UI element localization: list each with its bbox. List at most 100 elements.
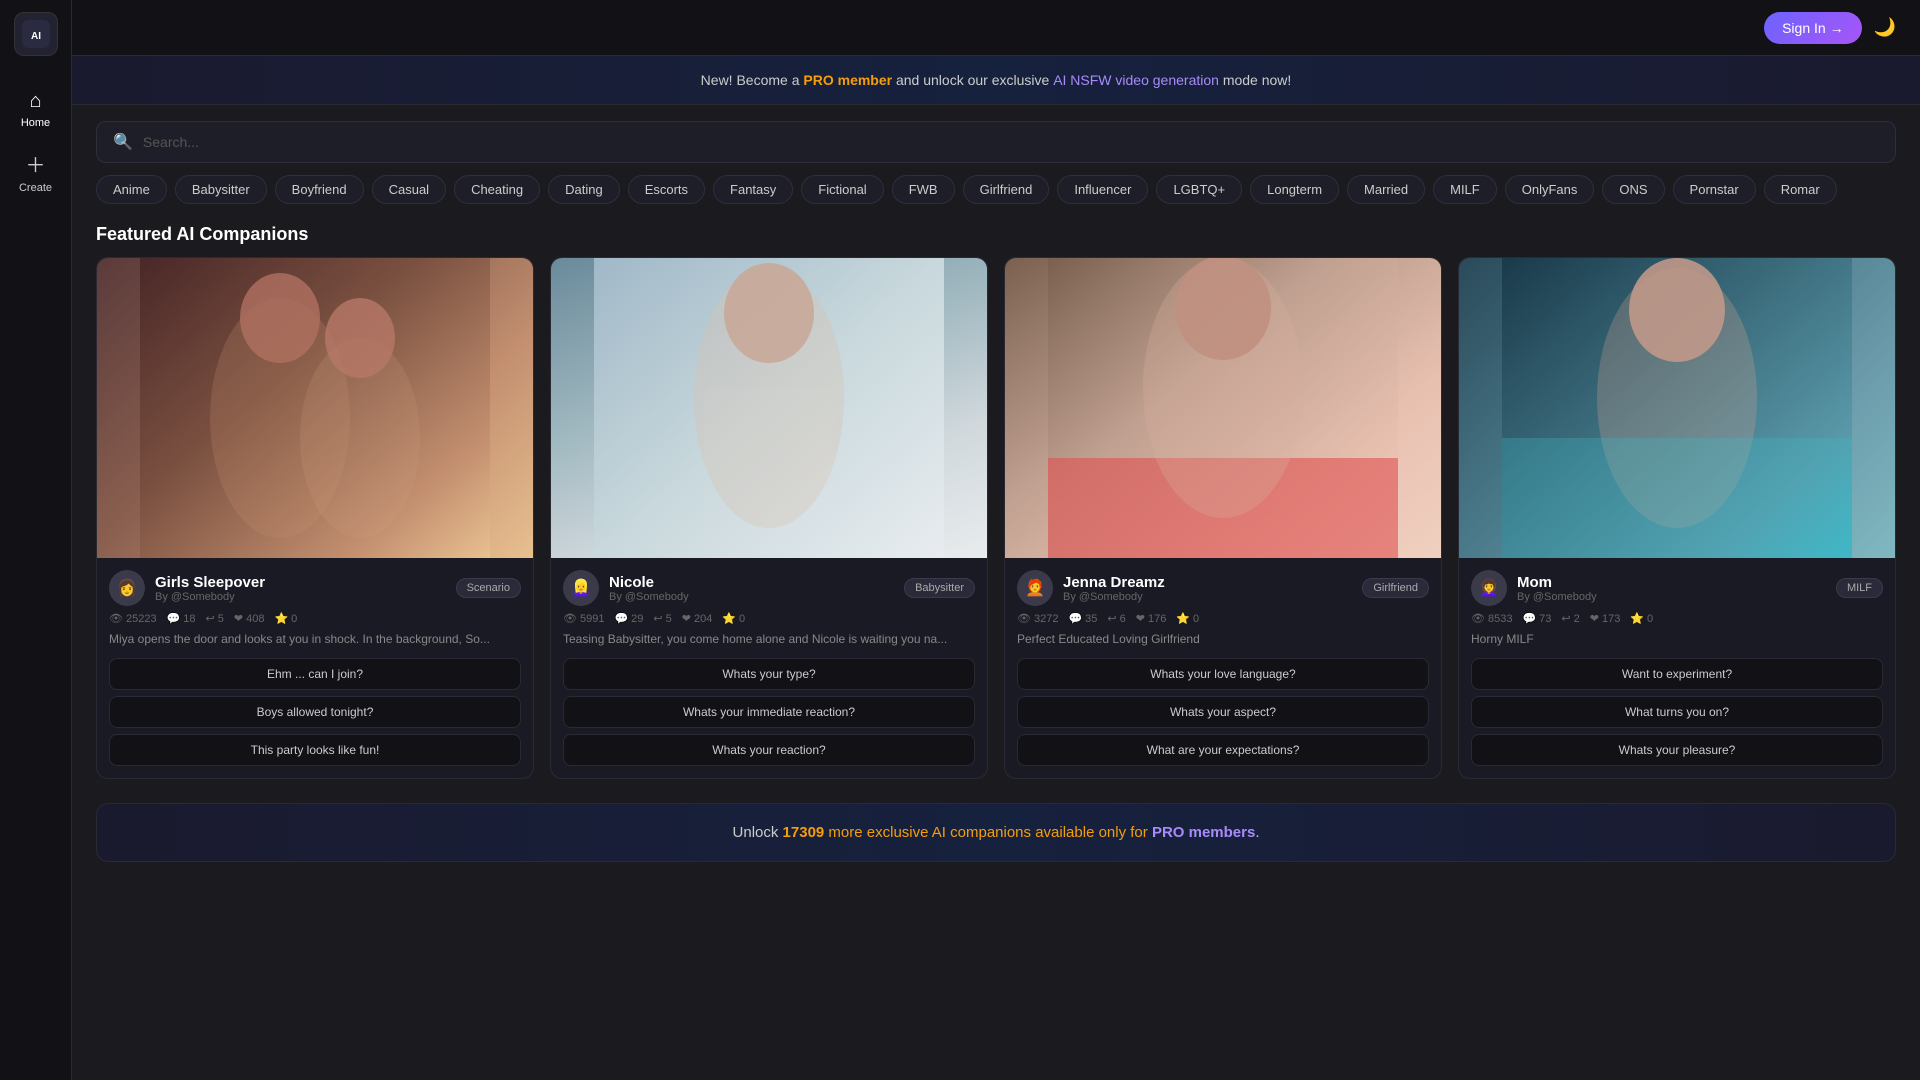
stat-chat-4: 💬 73: [1522, 612, 1551, 625]
card-image-1: [97, 258, 533, 558]
prompt-4-0[interactable]: Want to experiment?: [1471, 658, 1883, 690]
stat-views-3: 👁 3272: [1017, 612, 1058, 625]
card-header-2: 👱‍♀️ Nicole By @Somebody Babysitter: [563, 570, 975, 606]
prompt-3-0[interactable]: Whats your love language?: [1017, 658, 1429, 690]
tag-milf[interactable]: MILF: [1433, 175, 1497, 204]
card-desc-1: Miya opens the door and looks at you in …: [109, 631, 521, 648]
stat-views-4: 👁 8533: [1471, 612, 1512, 625]
card-image-4: [1459, 258, 1895, 558]
tag-pornstar[interactable]: Pornstar: [1673, 175, 1756, 204]
tag-girlfriend[interactable]: Girlfriend: [963, 175, 1050, 204]
stat-stars-4: ⭐ 0: [1630, 612, 1653, 625]
prompt-4-1[interactable]: What turns you on?: [1471, 696, 1883, 728]
stat-stars-3: ⭐ 0: [1176, 612, 1199, 625]
tag-cheating[interactable]: Cheating: [454, 175, 540, 204]
topbar: Sign In → 🌙: [72, 0, 1920, 56]
tag-romar[interactable]: Romar: [1764, 175, 1837, 204]
tag-married[interactable]: Married: [1347, 175, 1425, 204]
tag-lgbtq[interactable]: LGBTQ+: [1156, 175, 1242, 204]
card-by-4: By @Somebody: [1517, 591, 1826, 603]
stat-replies-4: ↩ 2: [1561, 612, 1579, 625]
tag-escorts[interactable]: Escorts: [628, 175, 705, 204]
stat-chat-1: 💬 18: [167, 612, 196, 625]
stat-likes-1: ❤ 408: [234, 612, 265, 625]
dark-mode-button[interactable]: 🌙: [1874, 17, 1896, 38]
stat-stars-2: ⭐ 0: [722, 612, 745, 625]
prompt-3-1[interactable]: Whats your aspect?: [1017, 696, 1429, 728]
unlock-pro: PRO members: [1152, 824, 1255, 841]
prompt-1-2[interactable]: This party looks like fun!: [109, 734, 521, 766]
card-desc-3: Perfect Educated Loving Girlfriend: [1017, 631, 1429, 648]
prompt-2-2[interactable]: Whats your reaction?: [563, 734, 975, 766]
tag-dating[interactable]: Dating: [548, 175, 620, 204]
card-image-3: [1005, 258, 1441, 558]
unlock-text-pre: Unlock: [733, 824, 783, 841]
card-header-3: 🧑‍🦰 Jenna Dreamz By @Somebody Girlfriend: [1017, 570, 1429, 606]
stat-likes-4: ❤ 173: [1590, 612, 1621, 625]
tag-babysitter[interactable]: Babysitter: [175, 175, 267, 204]
tag-anime[interactable]: Anime: [96, 175, 167, 204]
card-badge-1: Scenario: [456, 578, 521, 598]
card-prompts-2: Whats your type? Whats your immediate re…: [563, 658, 975, 766]
tag-fwb[interactable]: FWB: [892, 175, 955, 204]
card-badge-4: MILF: [1836, 578, 1883, 598]
tag-fictional[interactable]: Fictional: [801, 175, 883, 204]
unlock-count: 17309: [783, 824, 825, 841]
banner-text-pre: New! Become a: [701, 72, 804, 88]
tag-fantasy[interactable]: Fantasy: [713, 175, 793, 204]
tag-onlyfans[interactable]: OnlyFans: [1505, 175, 1595, 204]
stat-replies-2: ↩ 5: [653, 612, 671, 625]
sidebar-item-home[interactable]: ⌂ Home: [0, 80, 71, 139]
card-avatar-4: 👩‍🦱: [1471, 570, 1507, 606]
sidebar-create-label: Create: [19, 182, 52, 194]
card-header-1: 👩 Girls Sleepover By @Somebody Scenario: [109, 570, 521, 606]
unlock-text-mid: more exclusive AI companions available o…: [824, 824, 1152, 841]
card-prompts-4: Want to experiment? What turns you on? W…: [1471, 658, 1883, 766]
tag-longterm[interactable]: Longterm: [1250, 175, 1339, 204]
search-bar: 🔍: [96, 121, 1896, 163]
card-mom[interactable]: 👩‍🦱 Mom By @Somebody MILF 👁 8533 💬 73 ↩ …: [1458, 257, 1896, 779]
card-name-3: Jenna Dreamz: [1063, 574, 1352, 591]
card-by-2: By @Somebody: [609, 591, 894, 603]
prompt-1-0[interactable]: Ehm ... can I join?: [109, 658, 521, 690]
stat-views-2: 👁 5991: [563, 612, 604, 625]
unlock-banner: Unlock 17309 more exclusive AI companion…: [96, 803, 1896, 862]
stat-views-1: 👁 25223: [109, 612, 157, 625]
card-body-4: 👩‍🦱 Mom By @Somebody MILF 👁 8533 💬 73 ↩ …: [1459, 558, 1895, 778]
prompt-2-0[interactable]: Whats your type?: [563, 658, 975, 690]
sidebar-home-label: Home: [21, 117, 50, 129]
prompt-2-1[interactable]: Whats your immediate reaction?: [563, 696, 975, 728]
card-prompts-1: Ehm ... can I join? Boys allowed tonight…: [109, 658, 521, 766]
promo-banner: New! Become a PRO member and unlock our …: [72, 56, 1920, 105]
card-nicole[interactable]: 👱‍♀️ Nicole By @Somebody Babysitter 👁 59…: [550, 257, 988, 779]
tag-ons[interactable]: ONS: [1602, 175, 1664, 204]
tag-boyfriend[interactable]: Boyfriend: [275, 175, 364, 204]
card-body-2: 👱‍♀️ Nicole By @Somebody Babysitter 👁 59…: [551, 558, 987, 778]
card-stats-2: 👁 5991 💬 29 ↩ 5 ❤ 204 ⭐ 0: [563, 612, 975, 625]
main-content: New! Become a PRO member and unlock our …: [72, 0, 1920, 862]
card-jenna-dreamz[interactable]: 🧑‍🦰 Jenna Dreamz By @Somebody Girlfriend…: [1004, 257, 1442, 779]
prompt-4-2[interactable]: Whats your pleasure?: [1471, 734, 1883, 766]
prompt-3-2[interactable]: What are your expectations?: [1017, 734, 1429, 766]
sidebar-item-create[interactable]: ＋ Create: [0, 139, 71, 204]
card-name-1: Girls Sleepover: [155, 574, 446, 591]
search-input[interactable]: [143, 134, 1879, 150]
prompt-1-1[interactable]: Boys allowed tonight?: [109, 696, 521, 728]
card-body-3: 🧑‍🦰 Jenna Dreamz By @Somebody Girlfriend…: [1005, 558, 1441, 778]
card-badge-3: Girlfriend: [1362, 578, 1429, 598]
card-name-4: Mom: [1517, 574, 1826, 591]
app-logo: AI: [14, 12, 58, 56]
tags-section: Anime Babysitter Boyfriend Casual Cheati…: [72, 163, 1920, 216]
card-header-4: 👩‍🦱 Mom By @Somebody MILF: [1471, 570, 1883, 606]
card-name-2: Nicole: [609, 574, 894, 591]
stat-likes-3: ❤ 176: [1136, 612, 1167, 625]
card-girls-sleepover[interactable]: 👩 Girls Sleepover By @Somebody Scenario …: [96, 257, 534, 779]
stat-chat-3: 💬 35: [1068, 612, 1097, 625]
tag-casual[interactable]: Casual: [372, 175, 446, 204]
card-desc-2: Teasing Babysitter, you come home alone …: [563, 631, 975, 648]
sign-in-button[interactable]: Sign In →: [1764, 12, 1861, 44]
search-icon: 🔍: [113, 132, 133, 152]
card-body-1: 👩 Girls Sleepover By @Somebody Scenario …: [97, 558, 533, 778]
tag-influencer[interactable]: Influencer: [1057, 175, 1148, 204]
sidebar: AI ⌂ Home ＋ Create: [0, 0, 72, 1080]
